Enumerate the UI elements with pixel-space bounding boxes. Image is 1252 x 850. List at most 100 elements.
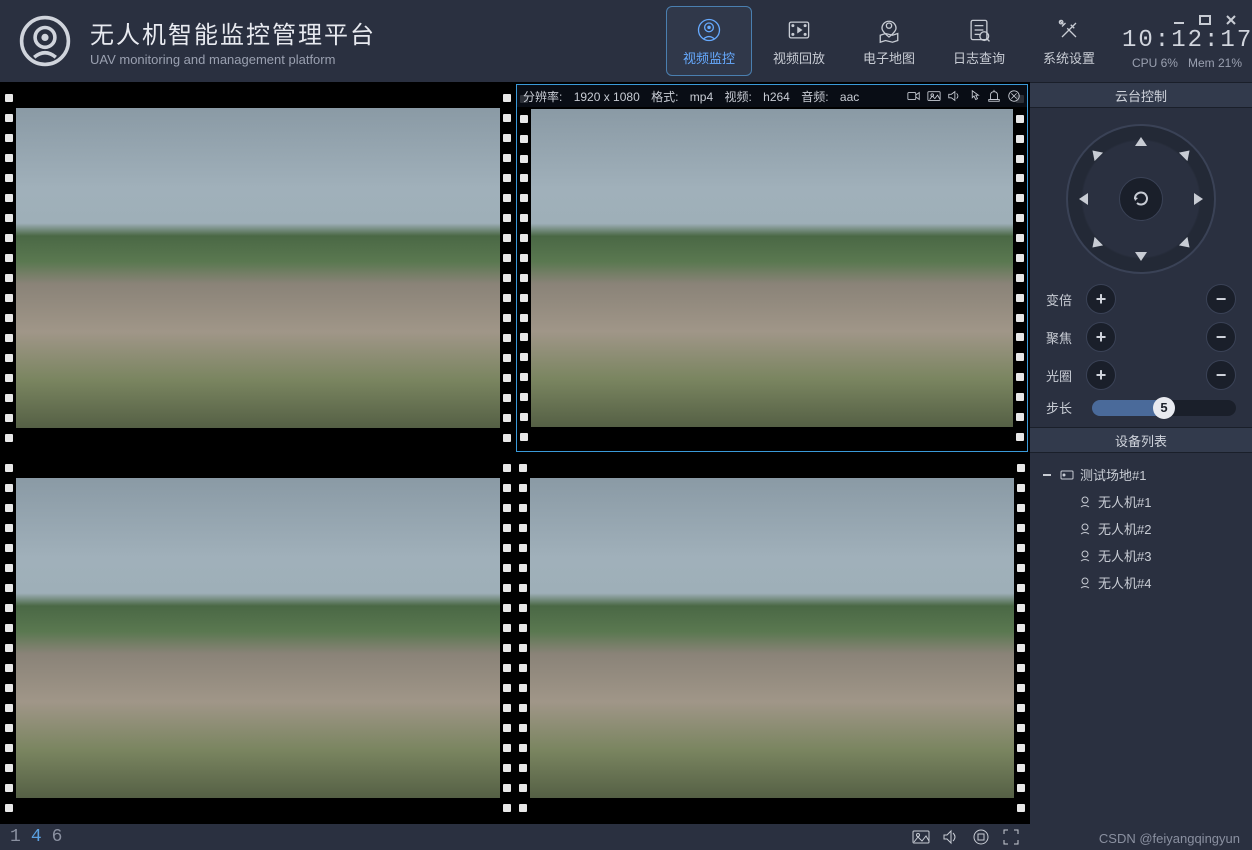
step-label: 步长 <box>1046 398 1086 417</box>
film-strip <box>517 85 531 451</box>
device-tree: 测试场地#1 无人机#1 无人机#2 无人机#3 无人机#4 <box>1030 453 1252 604</box>
film-strip <box>2 454 16 822</box>
device-item[interactable]: 无人机#4 <box>1040 569 1242 596</box>
step-value[interactable]: 5 <box>1153 397 1175 419</box>
video-cell-4[interactable] <box>516 454 1028 822</box>
app-subtitle: UAV monitoring and management platform <box>90 52 376 67</box>
refresh-icon <box>1131 189 1151 209</box>
video-frame <box>530 478 1014 798</box>
bottom-bar: 1 4 6 <box>0 824 1030 850</box>
ptz-panel: 变倍 + − 聚焦 + − 光圈 + − 步长 5 <box>1030 108 1252 427</box>
audio-icon[interactable] <box>947 89 961 103</box>
aud-label: 音频: <box>801 90 828 104</box>
iris-open-button[interactable]: + <box>1086 360 1116 390</box>
iris-close-button[interactable]: − <box>1206 360 1236 390</box>
map-icon <box>875 16 903 44</box>
film-strip <box>1013 85 1027 451</box>
device-item[interactable]: 无人机#3 <box>1040 542 1242 569</box>
app-header: 无人机智能监控管理平台 UAV monitoring and managemen… <box>0 0 1252 82</box>
layout-switch: 1 4 6 <box>10 827 62 847</box>
res-value: 1920 x 1080 <box>574 90 640 104</box>
ptz-wheel <box>1066 124 1216 274</box>
iris-label: 光圈 <box>1046 366 1086 385</box>
focus-out-button[interactable]: − <box>1206 322 1236 352</box>
device-label: 无人机#4 <box>1098 573 1151 592</box>
camera-icon <box>1078 522 1092 536</box>
camera-icon <box>695 16 723 44</box>
video-cell-3[interactable] <box>2 454 514 822</box>
mem-usage: Mem 21% <box>1188 56 1242 70</box>
film-strip <box>500 84 514 452</box>
nav-video-monitor[interactable]: 视频监控 <box>666 6 752 76</box>
audio-all-icon[interactable] <box>942 828 960 846</box>
maximize-button[interactable] <box>1198 15 1212 25</box>
camera-icon <box>1078 549 1092 563</box>
video-cell-1[interactable] <box>2 84 514 452</box>
ptz-down[interactable] <box>1133 248 1149 264</box>
layout-4[interactable]: 4 <box>31 827 42 847</box>
layout-6[interactable]: 6 <box>52 827 63 847</box>
nav-settings[interactable]: 系统设置 <box>1026 6 1112 76</box>
ptz-right[interactable] <box>1190 191 1206 207</box>
nav-label: 系统设置 <box>1043 48 1095 67</box>
film-strip <box>500 454 514 822</box>
close-icon[interactable] <box>1007 89 1021 103</box>
sys-stats: CPU 6% Mem 21% <box>1122 56 1242 70</box>
nav-map[interactable]: 电子地图 <box>846 6 932 76</box>
logo-icon <box>18 14 72 68</box>
camera-icon <box>1078 495 1092 509</box>
focus-label: 聚焦 <box>1046 328 1086 347</box>
step-slider[interactable]: 5 <box>1092 400 1236 416</box>
nav-label: 日志查询 <box>953 48 1005 67</box>
device-label: 无人机#2 <box>1098 519 1151 538</box>
video-frame <box>531 109 1013 427</box>
device-item[interactable]: 无人机#1 <box>1040 488 1242 515</box>
close-button[interactable] <box>1224 15 1238 25</box>
video-info-bar: 分辨率: 1920 x 1080 格式: mp4 视频: h264 音频: aa… <box>517 85 1027 107</box>
video-frame <box>16 478 500 798</box>
snapshot-all-icon[interactable] <box>912 828 930 846</box>
video-cell-2[interactable]: 分辨率: 1920 x 1080 格式: mp4 视频: h264 音频: aa… <box>516 84 1028 452</box>
film-strip <box>516 454 530 822</box>
ptz-up[interactable] <box>1133 134 1149 150</box>
device-item[interactable]: 无人机#2 <box>1040 515 1242 542</box>
nav-video-playback[interactable]: 视频回放 <box>756 6 842 76</box>
fmt-label: 格式: <box>651 90 678 104</box>
ptz-reset[interactable] <box>1119 177 1163 221</box>
watermark: CSDN @feiyangqingyun <box>1099 831 1240 846</box>
fullscreen-icon[interactable] <box>1002 828 1020 846</box>
layout-1[interactable]: 1 <box>10 827 21 847</box>
fmt-value: mp4 <box>690 90 713 104</box>
stop-all-icon[interactable] <box>972 828 990 846</box>
vid-label: 视频: <box>724 90 751 104</box>
vid-value: h264 <box>763 90 790 104</box>
nav-logs[interactable]: 日志查询 <box>936 6 1022 76</box>
log-icon <box>965 16 993 44</box>
video-grid: 分辨率: 1920 x 1080 格式: mp4 视频: h264 音频: aa… <box>0 82 1030 824</box>
zoom-out-button[interactable]: − <box>1206 284 1236 314</box>
nvr-icon <box>1060 468 1074 482</box>
zoom-in-button[interactable]: + <box>1086 284 1116 314</box>
settings-icon <box>1055 16 1083 44</box>
ptz-left[interactable] <box>1076 191 1092 207</box>
device-label: 无人机#3 <box>1098 546 1151 565</box>
aud-value: aac <box>840 90 859 104</box>
logo-area: 无人机智能监控管理平台 UAV monitoring and managemen… <box>18 14 376 68</box>
nav-label: 视频回放 <box>773 48 825 67</box>
device-group[interactable]: 测试场地#1 <box>1040 461 1242 488</box>
record-icon[interactable] <box>907 89 921 103</box>
camera-icon <box>1078 576 1092 590</box>
system-status: 10:12:17 CPU 6% Mem 21% <box>1122 13 1242 70</box>
snapshot-icon[interactable] <box>927 89 941 103</box>
minimize-button[interactable] <box>1172 15 1186 25</box>
focus-in-button[interactable]: + <box>1086 322 1116 352</box>
film-strip <box>2 84 16 452</box>
pointer-icon[interactable] <box>967 89 981 103</box>
alarm-icon[interactable] <box>987 89 1001 103</box>
device-panel-header: 设备列表 <box>1030 427 1252 453</box>
clock: 10:12:17 <box>1122 27 1242 54</box>
film-strip <box>1014 454 1028 822</box>
res-label: 分辨率: <box>523 90 562 104</box>
cpu-usage: CPU 6% <box>1132 56 1178 70</box>
video-frame <box>16 108 500 428</box>
